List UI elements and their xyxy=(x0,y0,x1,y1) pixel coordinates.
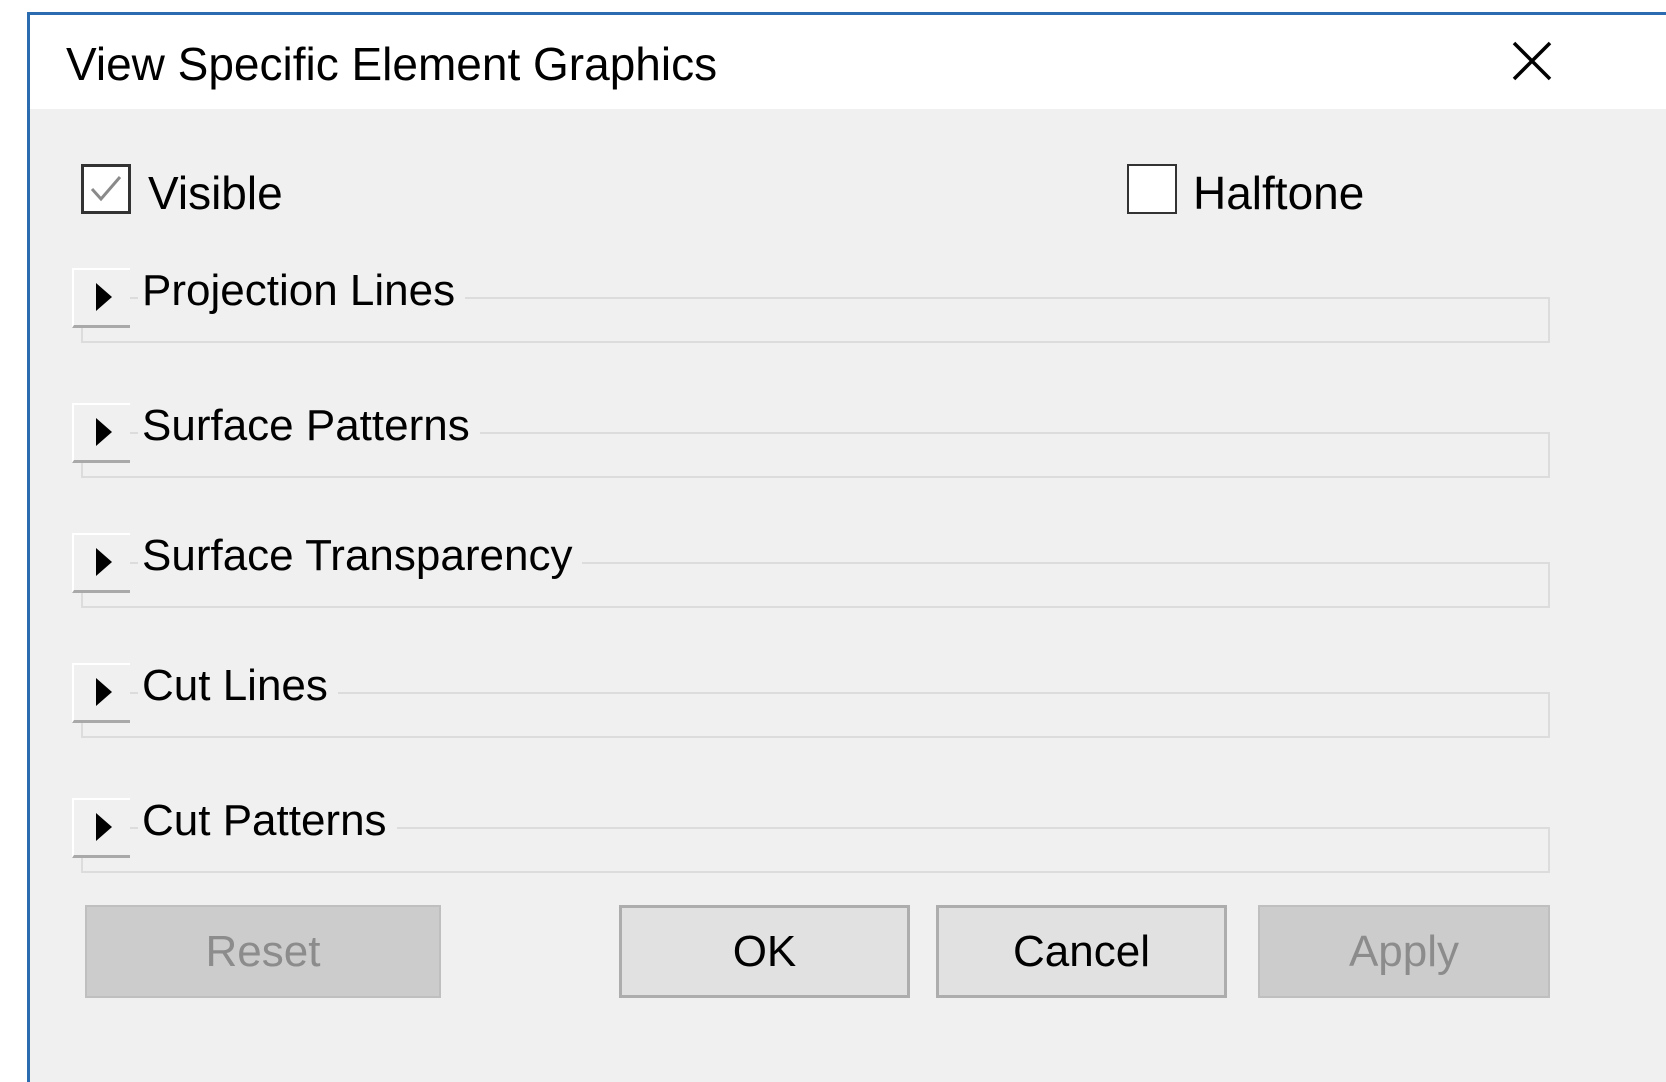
visible-label[interactable]: Visible xyxy=(148,166,283,220)
dialog-title: View Specific Element Graphics xyxy=(66,38,718,90)
view-specific-element-graphics-dialog: View Specific Element Graphics Visible H… xyxy=(27,12,1666,1082)
expand-surface-patterns-button[interactable] xyxy=(72,403,130,463)
expand-cut-patterns-button[interactable] xyxy=(72,798,130,858)
expand-arrow-icon xyxy=(96,813,112,841)
close-icon xyxy=(1512,41,1552,81)
section-surface-transparency: Surface Transparency xyxy=(72,527,1550,612)
section-surface-patterns: Surface Patterns xyxy=(72,397,1550,482)
halftone-label[interactable]: Halftone xyxy=(1193,166,1364,220)
screen: View Specific Element Graphics Visible H… xyxy=(0,0,1666,1082)
ok-button[interactable]: OK xyxy=(619,905,910,998)
expand-cut-lines-button[interactable] xyxy=(72,663,130,723)
expand-arrow-icon xyxy=(96,418,112,446)
expand-arrow-icon xyxy=(96,678,112,706)
expand-arrow-icon xyxy=(96,283,112,311)
close-button[interactable] xyxy=(1508,37,1556,85)
expand-projection-lines-button[interactable] xyxy=(72,268,130,328)
cancel-button[interactable]: Cancel xyxy=(936,905,1227,998)
checkmark-icon xyxy=(90,176,122,202)
reset-button[interactable]: Reset xyxy=(85,905,441,998)
section-label-cut-lines: Cut Lines xyxy=(138,657,338,715)
section-cut-lines: Cut Lines xyxy=(72,657,1550,742)
apply-button[interactable]: Apply xyxy=(1258,905,1550,998)
section-label-cut-patterns: Cut Patterns xyxy=(138,792,397,850)
section-label-surface-transparency: Surface Transparency xyxy=(138,527,583,585)
expand-arrow-icon xyxy=(96,548,112,576)
section-label-projection-lines: Projection Lines xyxy=(138,262,466,320)
expand-surface-transparency-button[interactable] xyxy=(72,533,130,593)
title-bar: View Specific Element Graphics xyxy=(30,15,1666,109)
section-label-surface-patterns: Surface Patterns xyxy=(138,397,480,455)
section-projection-lines: Projection Lines xyxy=(72,262,1550,347)
visible-checkbox[interactable] xyxy=(81,164,131,214)
halftone-checkbox[interactable] xyxy=(1127,164,1177,214)
section-cut-patterns: Cut Patterns xyxy=(72,792,1550,877)
